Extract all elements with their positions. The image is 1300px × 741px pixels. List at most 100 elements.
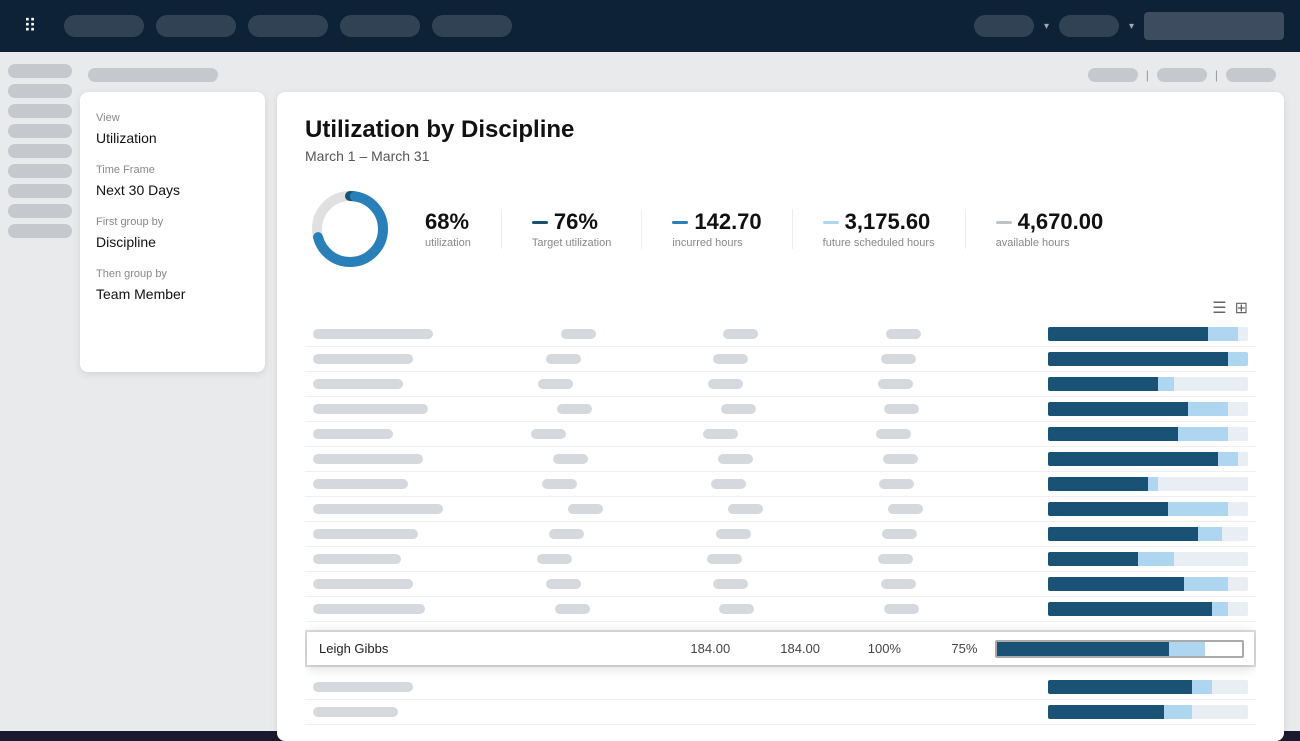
table-row[interactable] — [305, 497, 1256, 522]
table-rows — [305, 322, 1256, 622]
row-name-placeholder — [313, 554, 401, 564]
bar-dark-fill — [997, 642, 1168, 656]
logo-icon: ⠿ — [23, 16, 36, 37]
row-num-placeholder — [703, 429, 738, 439]
row-num-placeholder — [542, 479, 577, 489]
table-row[interactable] — [305, 472, 1256, 497]
grid-view-icon[interactable]: ⊞ — [1235, 298, 1248, 318]
table-row[interactable] — [305, 422, 1256, 447]
sidebar-item-1[interactable] — [8, 64, 72, 78]
subgroup-value[interactable]: Team Member — [96, 286, 249, 302]
sidebar-item-7[interactable] — [8, 184, 72, 198]
row-name-cell: Leigh Gibbs — [306, 631, 665, 666]
data-table-area: ☰ ⊞ Leigh Gibbs 184.00 184.00 — [305, 294, 1256, 725]
stat-incurred-indicator-row: 142.70 — [672, 209, 761, 235]
content-wrapper: | | View Utilization Time Frame Next 30 … — [80, 52, 1300, 731]
bottom-table-row[interactable] — [305, 700, 1256, 725]
row-num-placeholder — [557, 404, 592, 414]
nav-link-1[interactable] — [64, 15, 144, 37]
row-num-placeholder — [711, 479, 746, 489]
view-toggle-2[interactable] — [1157, 68, 1207, 82]
incurred-indicator — [672, 221, 688, 224]
highlighted-table-row[interactable]: Leigh Gibbs 184.00 184.00 100% 75% — [306, 631, 1255, 666]
row-name-placeholder — [313, 379, 403, 389]
sidebar-item-6[interactable] — [8, 164, 72, 178]
row-bar-placeholder — [1048, 602, 1248, 616]
row-bar-placeholder — [1048, 527, 1248, 541]
row-num-placeholder — [537, 554, 572, 564]
table-row[interactable] — [305, 447, 1256, 472]
main-panel: View Utilization Time Frame Next 30 Days… — [80, 92, 1284, 741]
row-bar-placeholder — [1048, 705, 1248, 719]
stat-future: 3,175.60 future scheduled hours — [823, 209, 935, 249]
row-bar-cell — [985, 631, 1255, 666]
row-num-placeholder — [708, 379, 743, 389]
view-toggle-3[interactable] — [1226, 68, 1276, 82]
stat-incurred-value: 142.70 — [694, 209, 761, 235]
nav-link-3[interactable] — [248, 15, 328, 37]
row-num-placeholder — [883, 454, 918, 464]
timeframe-value[interactable]: Next 30 Days — [96, 182, 249, 198]
sidebar-item-2[interactable] — [8, 84, 72, 98]
highlighted-row-table: Leigh Gibbs 184.00 184.00 100% 75% — [305, 630, 1256, 667]
row-num-placeholder — [878, 379, 913, 389]
row-num-placeholder — [878, 554, 913, 564]
global-search[interactable] — [1144, 12, 1284, 40]
table-row[interactable] — [305, 397, 1256, 422]
breadcrumb — [88, 68, 218, 82]
stat-available-indicator-row: 4,670.00 — [996, 209, 1104, 235]
sidebar-item-4[interactable] — [8, 124, 72, 138]
sidebar-item-8[interactable] — [8, 204, 72, 218]
row-name-placeholder — [313, 404, 428, 414]
table-row[interactable] — [305, 547, 1256, 572]
list-view-icon[interactable]: ☰ — [1212, 298, 1226, 318]
row-num-placeholder — [884, 404, 919, 414]
row-num-placeholder — [549, 529, 584, 539]
view-toggle-1[interactable] — [1088, 68, 1138, 82]
row-num-placeholder — [568, 504, 603, 514]
row-num-placeholder — [546, 579, 581, 589]
row-name-placeholder — [313, 604, 425, 614]
top-navigation: ⠿ ▾ ▾ — [0, 0, 1300, 52]
row-num-placeholder — [882, 529, 917, 539]
nav-link-5[interactable] — [432, 15, 512, 37]
nav-right-pill-1[interactable] — [974, 15, 1034, 37]
row-num-placeholder — [719, 604, 754, 614]
future-indicator — [823, 221, 839, 224]
nav-right-pill-2[interactable] — [1059, 15, 1119, 37]
table-row[interactable] — [305, 372, 1256, 397]
stat-available-label: available hours — [996, 237, 1104, 249]
nav-link-4[interactable] — [340, 15, 420, 37]
table-row[interactable] — [305, 522, 1256, 547]
row-bar-placeholder — [1048, 502, 1248, 516]
row-bar-placeholder — [1048, 402, 1248, 416]
row-col3-cell: 100% — [845, 631, 924, 666]
table-row[interactable] — [305, 572, 1256, 597]
left-sidebar — [0, 52, 80, 731]
nav-link-2[interactable] — [156, 15, 236, 37]
row-num-placeholder — [728, 504, 763, 514]
table-row[interactable] — [305, 347, 1256, 372]
stats-row: 68% utilization 76% Target utilization — [305, 184, 1256, 274]
row-num-placeholder — [879, 479, 914, 489]
breadcrumb-bar: | | — [80, 68, 1284, 82]
view-value[interactable]: Utilization — [96, 130, 249, 146]
bottom-table-row[interactable] — [305, 675, 1256, 700]
row-bar-placeholder — [1048, 427, 1248, 441]
sidebar-item-3[interactable] — [8, 104, 72, 118]
stat-divider-1 — [501, 209, 502, 249]
separator-1: | — [1146, 68, 1149, 82]
breadcrumb-right-controls: | | — [1088, 68, 1276, 82]
table-row[interactable] — [305, 322, 1256, 347]
row-num-placeholder — [561, 329, 596, 339]
row-num-placeholder — [553, 454, 588, 464]
sidebar-item-5[interactable] — [8, 144, 72, 158]
row-num-placeholder — [881, 579, 916, 589]
table-row[interactable] — [305, 597, 1256, 622]
sidebar-item-9[interactable] — [8, 224, 72, 238]
group-by-value[interactable]: Discipline — [96, 234, 249, 250]
row-name-placeholder — [313, 707, 398, 717]
stat-target-indicator-row: 76% — [532, 209, 612, 235]
timeframe-label: Time Frame — [96, 164, 249, 176]
stat-future-label: future scheduled hours — [823, 237, 935, 249]
